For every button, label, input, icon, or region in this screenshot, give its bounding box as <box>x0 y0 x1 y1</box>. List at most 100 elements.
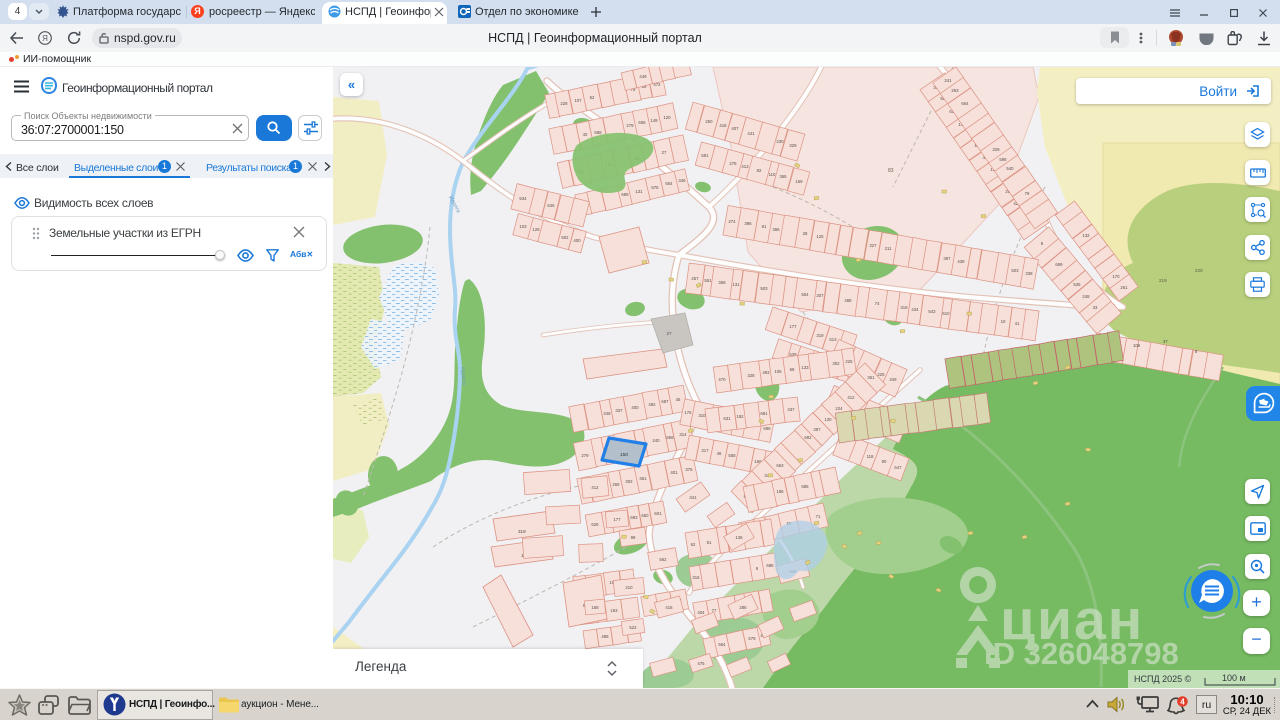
svg-text:540: 540 <box>1006 166 1014 171</box>
svg-text:683: 683 <box>630 515 638 520</box>
svg-text:293: 293 <box>951 88 959 93</box>
svg-text:647: 647 <box>894 465 902 470</box>
svg-text:400: 400 <box>631 405 639 410</box>
svg-text:475: 475 <box>697 661 705 666</box>
svg-text:449: 449 <box>639 74 647 79</box>
svg-text:41: 41 <box>1015 321 1020 326</box>
svg-text:279: 279 <box>581 453 589 458</box>
svg-text:679: 679 <box>748 636 756 641</box>
svg-text:688: 688 <box>766 563 774 568</box>
svg-text:307: 307 <box>816 293 824 298</box>
svg-text:230: 230 <box>776 139 784 144</box>
svg-text:69: 69 <box>790 367 795 372</box>
svg-text:534: 534 <box>519 196 527 201</box>
svg-text:40: 40 <box>583 132 588 137</box>
svg-text:91: 91 <box>707 540 712 545</box>
svg-text:349: 349 <box>889 377 897 382</box>
svg-text:176: 176 <box>684 410 692 415</box>
svg-text:275: 275 <box>729 161 737 166</box>
svg-text:193: 193 <box>610 608 618 613</box>
svg-text:329: 329 <box>789 143 797 148</box>
svg-text:493: 493 <box>762 370 770 375</box>
svg-text:361: 361 <box>867 375 875 380</box>
svg-text:470: 470 <box>718 377 726 382</box>
svg-text:71: 71 <box>816 514 821 519</box>
svg-text:130: 130 <box>824 417 832 422</box>
svg-text:149: 149 <box>650 118 658 123</box>
svg-text:437: 437 <box>787 407 795 412</box>
svg-text:338: 338 <box>1025 271 1033 276</box>
svg-text:366: 366 <box>772 227 780 232</box>
svg-text:158: 158 <box>591 605 599 610</box>
svg-text:110: 110 <box>769 172 776 177</box>
svg-text:413: 413 <box>741 164 749 169</box>
svg-text:654: 654 <box>665 181 673 186</box>
svg-text:82: 82 <box>757 168 762 173</box>
svg-text:543: 543 <box>928 309 936 314</box>
svg-text:248: 248 <box>1082 294 1090 299</box>
svg-text:416: 416 <box>665 605 673 610</box>
svg-text:558: 558 <box>728 453 736 458</box>
svg-text:286: 286 <box>739 605 747 610</box>
svg-text:185: 185 <box>776 489 784 494</box>
svg-text:74: 74 <box>875 301 880 306</box>
svg-text:317: 317 <box>701 448 709 453</box>
svg-text:441: 441 <box>747 131 755 136</box>
svg-text:656: 656 <box>666 435 674 440</box>
svg-text:434: 434 <box>911 307 919 312</box>
svg-text:108: 108 <box>1133 343 1141 348</box>
svg-text:62: 62 <box>691 542 696 547</box>
svg-text:337: 337 <box>615 408 623 413</box>
svg-text:535: 535 <box>1073 282 1081 287</box>
svg-text:27: 27 <box>662 150 667 155</box>
svg-text:412: 412 <box>591 485 599 490</box>
svg-text:513: 513 <box>829 337 837 342</box>
svg-text:318: 318 <box>518 529 526 534</box>
svg-text:33: 33 <box>1093 305 1098 310</box>
svg-text:492: 492 <box>648 402 656 407</box>
svg-text:645: 645 <box>547 203 555 208</box>
svg-text:228: 228 <box>560 101 568 106</box>
svg-text:192: 192 <box>736 414 744 419</box>
svg-text:588: 588 <box>594 130 602 135</box>
svg-text:365: 365 <box>779 174 787 179</box>
svg-text:348: 348 <box>603 411 611 416</box>
svg-text:488: 488 <box>844 298 852 303</box>
svg-text:319: 319 <box>816 333 824 338</box>
svg-text:128: 128 <box>532 227 540 232</box>
svg-text:663: 663 <box>776 463 784 468</box>
svg-text:79: 79 <box>1025 191 1030 196</box>
svg-text:418: 418 <box>719 123 727 128</box>
svg-text:488: 488 <box>601 634 609 639</box>
svg-text:241: 241 <box>944 78 952 83</box>
svg-text:327: 327 <box>869 243 877 248</box>
svg-text:361: 361 <box>639 476 647 481</box>
svg-text:522: 522 <box>629 625 637 630</box>
svg-text:412: 412 <box>847 395 855 400</box>
svg-text:211: 211 <box>885 246 892 251</box>
svg-text:585: 585 <box>801 484 809 489</box>
svg-text:407: 407 <box>731 126 739 131</box>
svg-text:52: 52 <box>590 95 595 100</box>
svg-text:103: 103 <box>519 224 527 229</box>
svg-text:133: 133 <box>801 365 809 370</box>
svg-text:404: 404 <box>697 610 705 615</box>
svg-text:120: 120 <box>663 115 671 120</box>
svg-text:699: 699 <box>1055 262 1063 267</box>
svg-text:502: 502 <box>561 235 569 240</box>
svg-text:91: 91 <box>762 224 767 229</box>
svg-text:169: 169 <box>795 179 803 184</box>
svg-text:503: 503 <box>760 286 768 291</box>
svg-text:90: 90 <box>882 459 887 464</box>
svg-text:628: 628 <box>591 522 599 527</box>
svg-text:375: 375 <box>685 467 693 472</box>
svg-text:219: 219 <box>1159 278 1167 283</box>
svg-text:27: 27 <box>666 331 672 336</box>
svg-text:269: 269 <box>612 482 620 487</box>
svg-text:240: 240 <box>652 438 660 443</box>
svg-text:131: 131 <box>635 189 643 194</box>
svg-text:562: 562 <box>659 557 667 562</box>
svg-text:310: 310 <box>698 413 706 418</box>
svg-text:225: 225 <box>877 372 885 377</box>
svg-text:257: 257 <box>691 276 699 281</box>
